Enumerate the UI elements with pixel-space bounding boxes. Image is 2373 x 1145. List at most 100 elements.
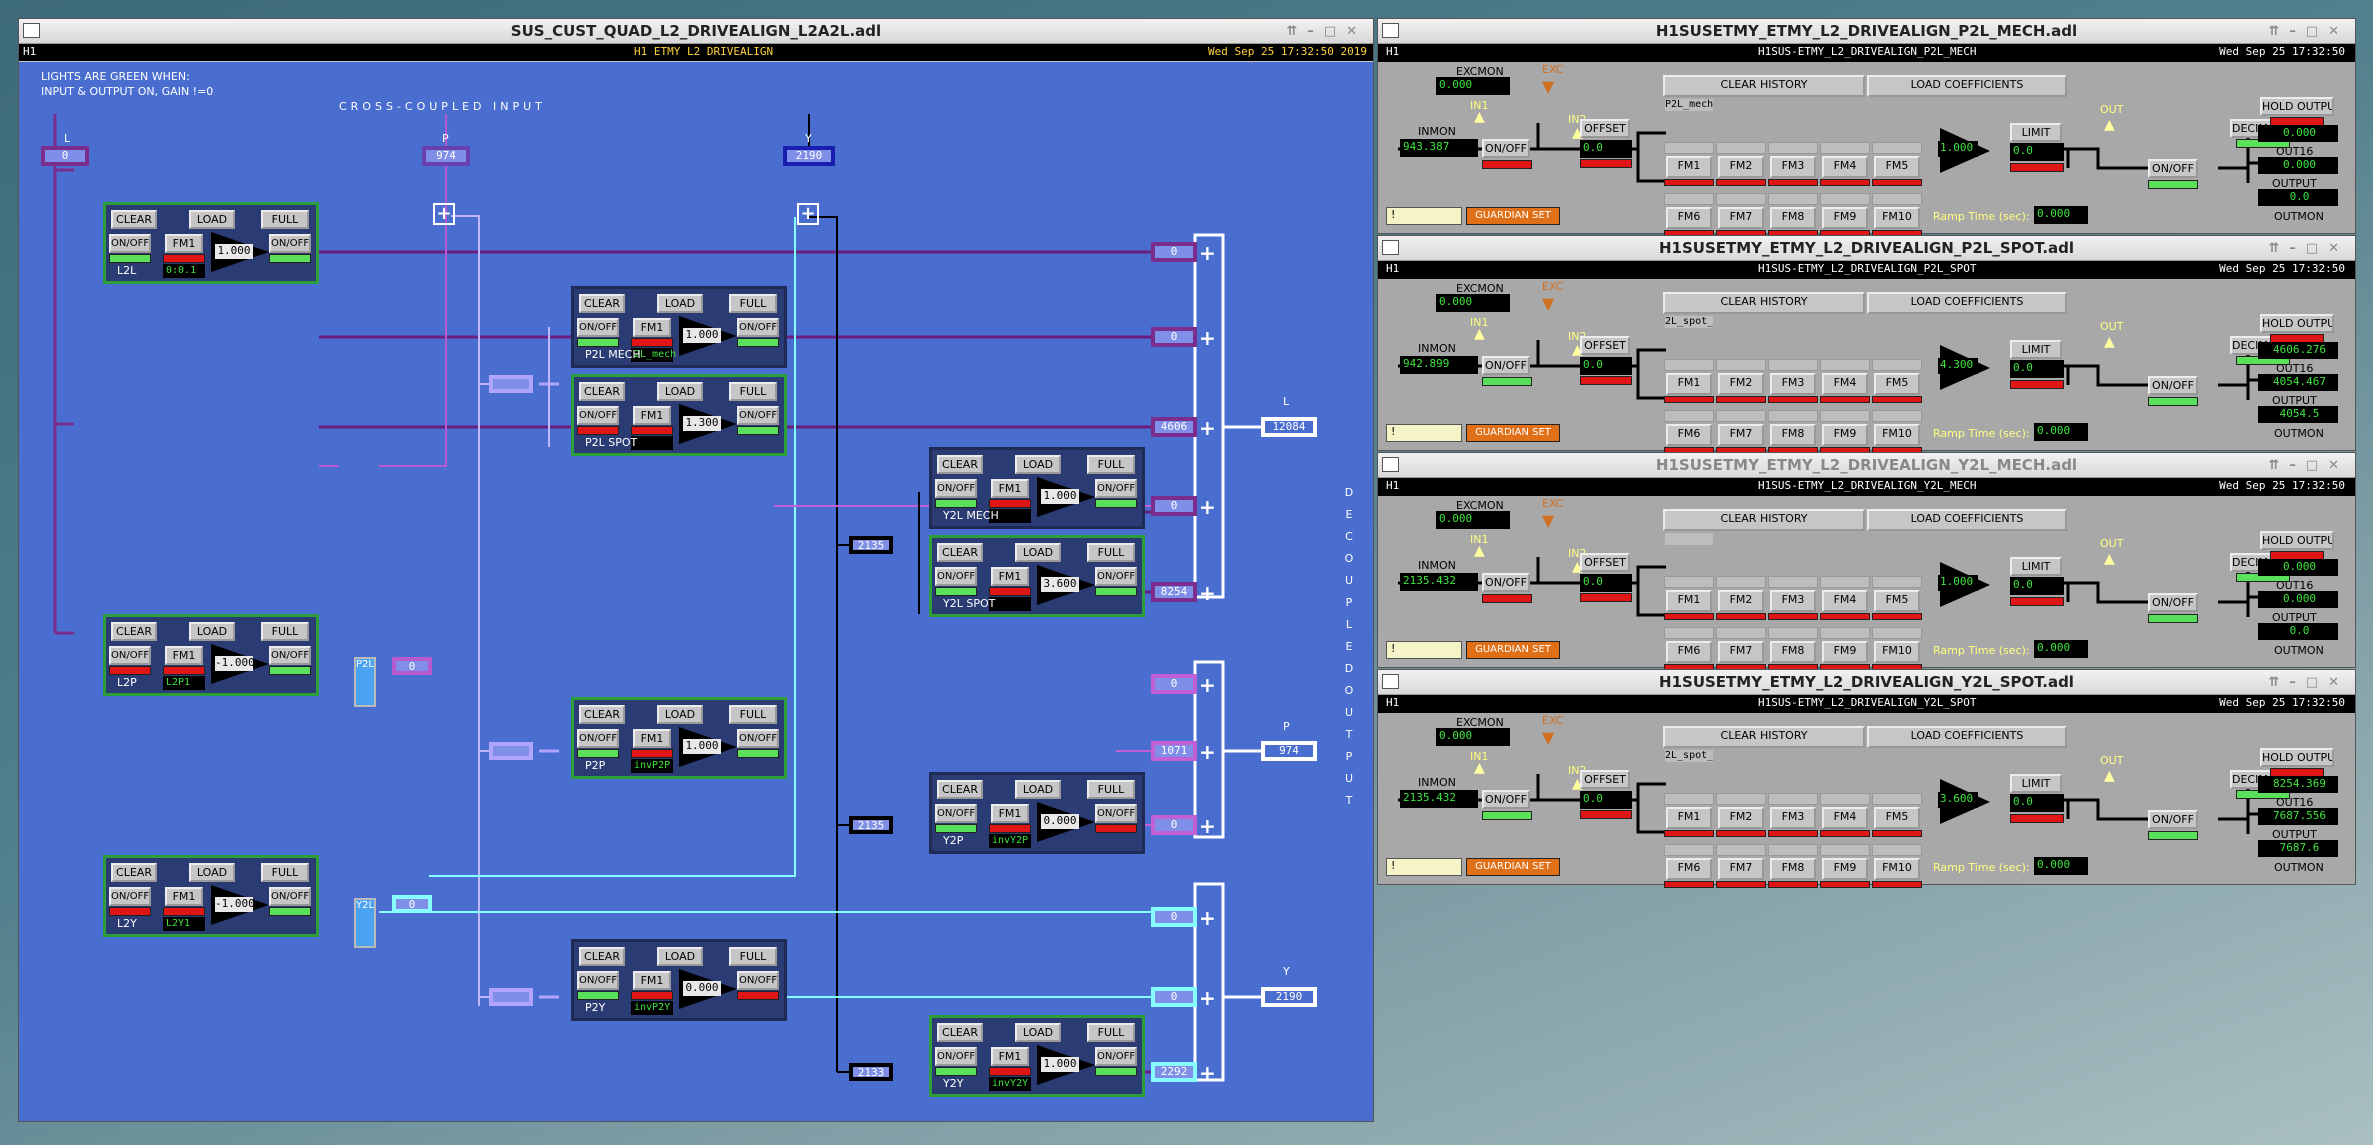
- output-onoff-button[interactable]: ON/OFF: [2148, 810, 2198, 829]
- window-controls[interactable]: ⇈–□✕: [2268, 453, 2349, 478]
- gain-value[interactable]: 1.000: [1938, 575, 1978, 591]
- output-onoff-button[interactable]: ON/OFF: [737, 318, 779, 337]
- input-onoff-button[interactable]: ON/OFF: [577, 406, 619, 425]
- full-button[interactable]: FULL: [261, 210, 309, 229]
- limit-button[interactable]: LIMIT: [2010, 774, 2062, 793]
- load-button[interactable]: LOAD: [657, 294, 703, 313]
- full-button[interactable]: FULL: [1087, 780, 1135, 799]
- input-onoff-button[interactable]: ON/OFF: [1482, 790, 1530, 809]
- output-onoff-button[interactable]: ON/OFF: [737, 406, 779, 425]
- input-onoff-button[interactable]: ON/OFF: [577, 971, 619, 990]
- fm-button[interactable]: FM3: [1770, 373, 1816, 395]
- fm-button[interactable]: FM8: [1770, 424, 1816, 446]
- fm-button[interactable]: FM4: [1822, 590, 1868, 612]
- limit-value[interactable]: 0.0: [2010, 360, 2064, 378]
- load-button[interactable]: LOAD: [1015, 780, 1061, 799]
- output-onoff-button[interactable]: ON/OFF: [737, 971, 779, 990]
- fm1-button[interactable]: FM1: [633, 729, 671, 748]
- full-button[interactable]: FULL: [729, 705, 777, 724]
- fm-button[interactable]: FM8: [1770, 858, 1816, 880]
- window-controls[interactable]: ⇈–□✕: [2268, 236, 2349, 261]
- fm-button[interactable]: FM1: [1666, 156, 1712, 178]
- fm-button[interactable]: FM2: [1718, 156, 1764, 178]
- output-onoff-button[interactable]: ON/OFF: [2148, 376, 2198, 395]
- clear-button[interactable]: CLEAR: [579, 294, 625, 313]
- clear-history-button[interactable]: CLEAR HISTORY: [1663, 726, 1865, 748]
- fm-button[interactable]: FM2: [1718, 590, 1764, 612]
- fm-button[interactable]: FM7: [1718, 641, 1764, 663]
- input-onoff-button[interactable]: ON/OFF: [577, 318, 619, 337]
- offset-button[interactable]: OFFSET: [1580, 336, 1630, 355]
- fm-button[interactable]: FM9: [1822, 858, 1868, 880]
- gain-value[interactable]: 1.000: [1041, 489, 1079, 504]
- ramp-value[interactable]: 0.000: [2034, 423, 2088, 441]
- fm-button[interactable]: FM6: [1666, 858, 1712, 880]
- fm-button[interactable]: FM6: [1666, 207, 1712, 229]
- load-button[interactable]: LOAD: [657, 382, 703, 401]
- input-onoff-button[interactable]: ON/OFF: [1482, 573, 1530, 592]
- load-coefficients-button[interactable]: LOAD COEFFICIENTS: [1867, 726, 2067, 748]
- output-onoff-button[interactable]: ON/OFF: [1095, 479, 1137, 498]
- input-y[interactable]: 2190: [783, 146, 835, 166]
- input-onoff-button[interactable]: ON/OFF: [935, 804, 977, 823]
- fm-button[interactable]: FM7: [1718, 207, 1764, 229]
- fm-button[interactable]: FM4: [1822, 807, 1868, 829]
- hold-output-button[interactable]: HOLD OUTPUT: [2260, 97, 2334, 116]
- output-onoff-button[interactable]: ON/OFF: [1095, 567, 1137, 586]
- clear-history-button[interactable]: CLEAR HISTORY: [1663, 509, 1865, 531]
- clear-button[interactable]: CLEAR: [579, 947, 625, 966]
- clear-button[interactable]: CLEAR: [937, 455, 983, 474]
- load-button[interactable]: LOAD: [1015, 1023, 1061, 1042]
- full-button[interactable]: FULL: [729, 294, 777, 313]
- offset-button[interactable]: OFFSET: [1580, 119, 1630, 138]
- offset-value[interactable]: 0.0: [1580, 791, 1632, 809]
- window-menu-icon[interactable]: [1382, 457, 1399, 472]
- input-onoff-button[interactable]: ON/OFF: [1482, 356, 1530, 375]
- fm-button[interactable]: FM5: [1874, 373, 1920, 395]
- fm-button[interactable]: FM6: [1666, 424, 1712, 446]
- fm-button[interactable]: FM3: [1770, 807, 1816, 829]
- input-onoff-button[interactable]: ON/OFF: [577, 729, 619, 748]
- window-menu-icon[interactable]: [1382, 240, 1399, 255]
- fm-button[interactable]: FM7: [1718, 858, 1764, 880]
- fm-button[interactable]: FM2: [1718, 807, 1764, 829]
- window-controls[interactable]: ⇈–□✕: [2268, 19, 2349, 44]
- offset-button[interactable]: OFFSET: [1580, 553, 1630, 572]
- fm-button[interactable]: FM9: [1822, 641, 1868, 663]
- input-onoff-button[interactable]: ON/OFF: [935, 479, 977, 498]
- fm1-button[interactable]: FM1: [165, 234, 203, 253]
- limit-button[interactable]: LIMIT: [2010, 557, 2062, 576]
- fm-button[interactable]: FM8: [1770, 641, 1816, 663]
- fm-button[interactable]: FM6: [1666, 641, 1712, 663]
- full-button[interactable]: FULL: [1087, 455, 1135, 474]
- gain-value[interactable]: 1.000: [215, 244, 253, 259]
- fm-button[interactable]: FM1: [1666, 807, 1712, 829]
- load-coefficients-button[interactable]: LOAD COEFFICIENTS: [1867, 509, 2067, 531]
- clear-button[interactable]: CLEAR: [937, 780, 983, 799]
- output-onoff-button[interactable]: ON/OFF: [269, 646, 311, 665]
- fm-button[interactable]: FM5: [1874, 807, 1920, 829]
- fm-button[interactable]: FM3: [1770, 590, 1816, 612]
- input-l[interactable]: 0: [41, 146, 89, 166]
- load-coefficients-button[interactable]: LOAD COEFFICIENTS: [1867, 292, 2067, 314]
- offset-button[interactable]: OFFSET: [1580, 770, 1630, 789]
- clear-history-button[interactable]: CLEAR HISTORY: [1663, 292, 1865, 314]
- fm-button[interactable]: FM10: [1874, 424, 1920, 446]
- input-p[interactable]: 974: [422, 146, 470, 166]
- fm-button[interactable]: FM5: [1874, 156, 1920, 178]
- y2l-selector[interactable]: Y2L: [354, 898, 376, 948]
- clear-button[interactable]: CLEAR: [111, 863, 157, 882]
- full-button[interactable]: FULL: [729, 382, 777, 401]
- clear-button[interactable]: CLEAR: [111, 210, 157, 229]
- output-onoff-button[interactable]: ON/OFF: [1095, 804, 1137, 823]
- fm-button[interactable]: FM4: [1822, 373, 1868, 395]
- fm1-button[interactable]: FM1: [991, 479, 1029, 498]
- gain-value[interactable]: 1.000: [1938, 141, 1978, 157]
- fm1-button[interactable]: FM1: [991, 567, 1029, 586]
- gain-value[interactable]: 1.000: [683, 739, 721, 754]
- clear-history-button[interactable]: CLEAR HISTORY: [1663, 75, 1865, 97]
- gain-value[interactable]: -1.000: [215, 656, 255, 671]
- gain-value[interactable]: 0.000: [1041, 814, 1079, 829]
- full-button[interactable]: FULL: [261, 622, 309, 641]
- limit-value[interactable]: 0.0: [2010, 143, 2064, 161]
